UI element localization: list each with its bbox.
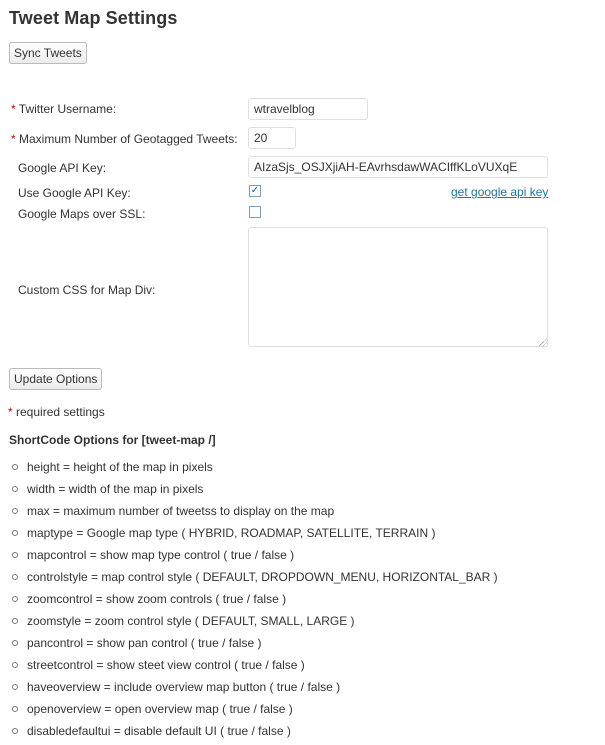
- update-options-button[interactable]: Update Options: [9, 368, 103, 390]
- list-item: openoverview = open overview map ( true …: [12, 698, 498, 720]
- option-text: controlstyle = map control style ( DEFAU…: [27, 570, 498, 584]
- bullet-icon: [12, 529, 18, 536]
- page-title: Tweet Map Settings: [9, 8, 178, 28]
- max-tweets-label: Maximum Number of Geotagged Tweets:: [19, 132, 238, 146]
- list-item: haveoverview = include overview map butt…: [12, 676, 498, 698]
- google-api-key-label: Google API Key:: [18, 161, 107, 175]
- shortcode-options-list: height = height of the map in pixels wid…: [12, 456, 498, 742]
- bullet-icon: [12, 573, 18, 580]
- option-text: openoverview = open overview map ( true …: [27, 702, 293, 716]
- max-tweets-input[interactable]: [248, 127, 296, 149]
- list-item: mapcontrol = show map type control ( tru…: [12, 544, 498, 566]
- twitter-username-label: Twitter Username:: [18, 102, 117, 116]
- custom-css-textarea[interactable]: [248, 227, 548, 347]
- list-item: streetcontrol = show steet view control …: [12, 654, 498, 676]
- required-marker: *: [11, 102, 16, 116]
- maps-over-ssl-label: Google Maps over SSL:: [18, 207, 146, 221]
- twitter-username-row-label: * Twitter Username:: [11, 102, 116, 116]
- bullet-icon: [12, 705, 18, 712]
- textarea-resize-handle[interactable]: [539, 338, 547, 346]
- use-google-api-key-label: Use Google API Key:: [18, 186, 131, 200]
- list-item: width = width of the map in pixels: [12, 478, 498, 500]
- list-item: max = maximum number of tweetss to displ…: [12, 500, 498, 522]
- list-item: disabledefaultui = disable default UI ( …: [12, 720, 498, 742]
- option-text: mapcontrol = show map type control ( tru…: [27, 548, 295, 562]
- bullet-icon: [12, 463, 18, 470]
- get-google-api-key-link[interactable]: get google api key: [451, 185, 548, 199]
- sync-tweets-button[interactable]: Sync Tweets: [9, 42, 87, 64]
- bullet-icon: [12, 683, 18, 690]
- option-text: zoomstyle = zoom control style ( DEFAULT…: [27, 614, 355, 628]
- custom-css-label: Custom CSS for Map Div:: [18, 283, 156, 297]
- bullet-icon: [12, 727, 18, 734]
- option-text: pancontrol = show pan control ( true / f…: [27, 636, 262, 650]
- use-google-api-key-checkbox[interactable]: ✓: [249, 185, 261, 197]
- option-text: disabledefaultui = disable default UI ( …: [27, 724, 291, 738]
- maps-over-ssl-checkbox[interactable]: [249, 206, 261, 218]
- list-item: height = height of the map in pixels: [12, 456, 498, 478]
- option-text: max = maximum number of tweetss to displ…: [27, 504, 335, 518]
- required-settings-text: required settings: [16, 405, 105, 419]
- bullet-icon: [12, 551, 18, 558]
- bullet-icon: [12, 485, 18, 492]
- shortcode-options-heading: ShortCode Options for [tweet-map /]: [9, 433, 216, 447]
- bullet-icon: [12, 507, 18, 514]
- max-tweets-row-label: * Maximum Number of Geotagged Tweets:: [11, 132, 238, 146]
- option-text: maptype = Google map type ( HYBRID, ROAD…: [27, 526, 436, 540]
- required-settings-note: * required settings: [8, 405, 105, 419]
- twitter-username-input[interactable]: [248, 98, 368, 120]
- list-item: controlstyle = map control style ( DEFAU…: [12, 566, 498, 588]
- bullet-icon: [12, 661, 18, 668]
- option-text: zoomcontrol = show zoom controls ( true …: [27, 592, 287, 606]
- list-item: zoomcontrol = show zoom controls ( true …: [12, 588, 498, 610]
- list-item: maptype = Google map type ( HYBRID, ROAD…: [12, 522, 498, 544]
- bullet-icon: [12, 617, 18, 624]
- required-marker: *: [11, 132, 16, 146]
- option-text: haveoverview = include overview map butt…: [27, 680, 341, 694]
- google-api-key-input[interactable]: [248, 156, 548, 178]
- bullet-icon: [12, 595, 18, 602]
- list-item: zoomstyle = zoom control style ( DEFAULT…: [12, 610, 498, 632]
- required-marker: *: [8, 405, 13, 419]
- list-item: pancontrol = show pan control ( true / f…: [12, 632, 498, 654]
- option-text: height = height of the map in pixels: [27, 460, 213, 474]
- option-text: width = width of the map in pixels: [27, 482, 204, 496]
- bullet-icon: [12, 639, 18, 646]
- option-text: streetcontrol = show steet view control …: [27, 658, 305, 672]
